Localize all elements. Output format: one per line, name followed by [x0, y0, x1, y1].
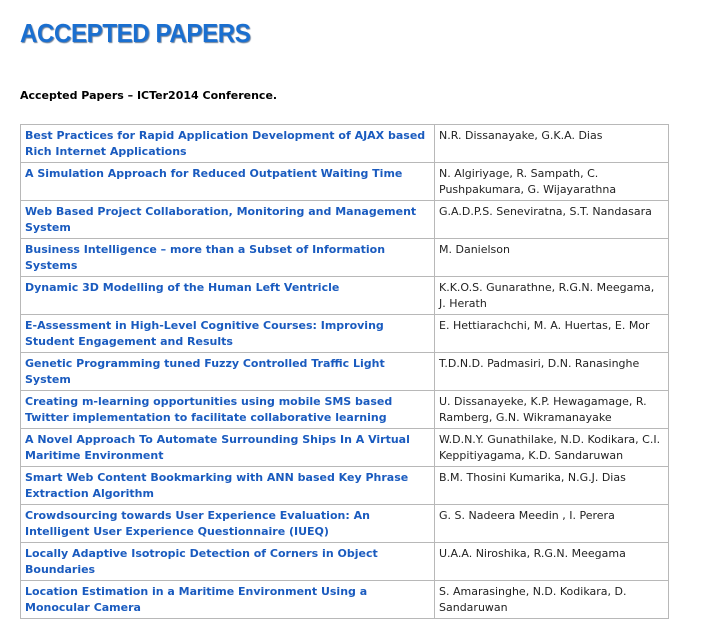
paper-authors: N.R. Dissanayake, G.K.A. Dias [434, 124, 669, 163]
table-row: A Simulation Approach for Reduced Outpat… [20, 162, 669, 201]
intro-text: Accepted Papers – ICTer2014 Conference. [20, 89, 278, 102]
table-row: Dynamic 3D Modelling of the Human Left V… [20, 276, 669, 315]
table-row: A Novel Approach To Automate Surrounding… [20, 428, 669, 467]
paper-title-link[interactable]: E-Assessment in High-Level Cognitive Cou… [20, 314, 435, 353]
paper-title-link[interactable]: Dynamic 3D Modelling of the Human Left V… [20, 276, 435, 315]
paper-title-link[interactable]: Location Estimation in a Maritime Enviro… [20, 580, 435, 619]
table-row: E-Assessment in High-Level Cognitive Cou… [20, 314, 669, 353]
paper-authors: K.K.O.S. Gunarathne, R.G.N. Meegama, J. … [434, 276, 669, 315]
paper-authors: N. Algiriyage, R. Sampath, C. Pushpakuma… [434, 162, 669, 201]
table-row: Smart Web Content Bookmarking with ANN b… [20, 466, 669, 505]
paper-title-link[interactable]: Crowdsourcing towards User Experience Ev… [20, 504, 435, 543]
paper-title-link[interactable]: Locally Adaptive Isotropic Detection of … [20, 542, 435, 581]
paper-authors: E. Hettiarachchi, M. A. Huertas, E. Mor [434, 314, 669, 353]
papers-table-body: Best Practices for Rapid Application Dev… [20, 124, 669, 619]
table-row: Best Practices for Rapid Application Dev… [20, 124, 669, 163]
paper-authors: G.A.D.P.S. Seneviratna, S.T. Nandasara [434, 200, 669, 239]
paper-title-link[interactable]: Creating m-learning opportunities using … [20, 390, 435, 429]
table-row: Creating m-learning opportunities using … [20, 390, 669, 429]
paper-authors: U.A.A. Niroshika, R.G.N. Meegama [434, 542, 669, 581]
paper-title-link[interactable]: Genetic Programming tuned Fuzzy Controll… [20, 352, 435, 391]
paper-title-link[interactable]: Best Practices for Rapid Application Dev… [20, 124, 435, 163]
table-row: Genetic Programming tuned Fuzzy Controll… [20, 352, 669, 391]
paper-title-link[interactable]: Business Intelligence – more than a Subs… [20, 238, 435, 277]
paper-authors: S. Amarasinghe, N.D. Kodikara, D. Sandar… [434, 580, 669, 619]
table-row: Location Estimation in a Maritime Enviro… [20, 580, 669, 619]
paper-authors: M. Danielson [434, 238, 669, 277]
paper-authors: B.M. Thosini Kumarika, N.G.J. Dias [434, 466, 669, 505]
paper-authors: T.D.N.D. Padmasiri, D.N. Ranasinghe [434, 352, 669, 391]
table-row: Locally Adaptive Isotropic Detection of … [20, 542, 669, 581]
page-title: ACCEPTED PAPERS [20, 18, 251, 48]
table-row: Crowdsourcing towards User Experience Ev… [20, 504, 669, 543]
paper-title-link[interactable]: Smart Web Content Bookmarking with ANN b… [20, 466, 435, 505]
table-row: Business Intelligence – more than a Subs… [20, 238, 669, 277]
paper-authors: G. S. Nadeera Meedin , I. Perera [434, 504, 669, 543]
accepted-papers-table: Best Practices for Rapid Application Dev… [20, 124, 669, 619]
paper-authors: U. Dissanayeke, K.P. Hewagamage, R. Ramb… [434, 390, 669, 429]
paper-title-link[interactable]: A Simulation Approach for Reduced Outpat… [20, 162, 435, 201]
paper-title-link[interactable]: Web Based Project Collaboration, Monitor… [20, 200, 435, 239]
paper-title-link[interactable]: A Novel Approach To Automate Surrounding… [20, 428, 435, 467]
paper-authors: W.D.N.Y. Gunathilake, N.D. Kodikara, C.I… [434, 428, 669, 467]
table-row: Web Based Project Collaboration, Monitor… [20, 200, 669, 239]
